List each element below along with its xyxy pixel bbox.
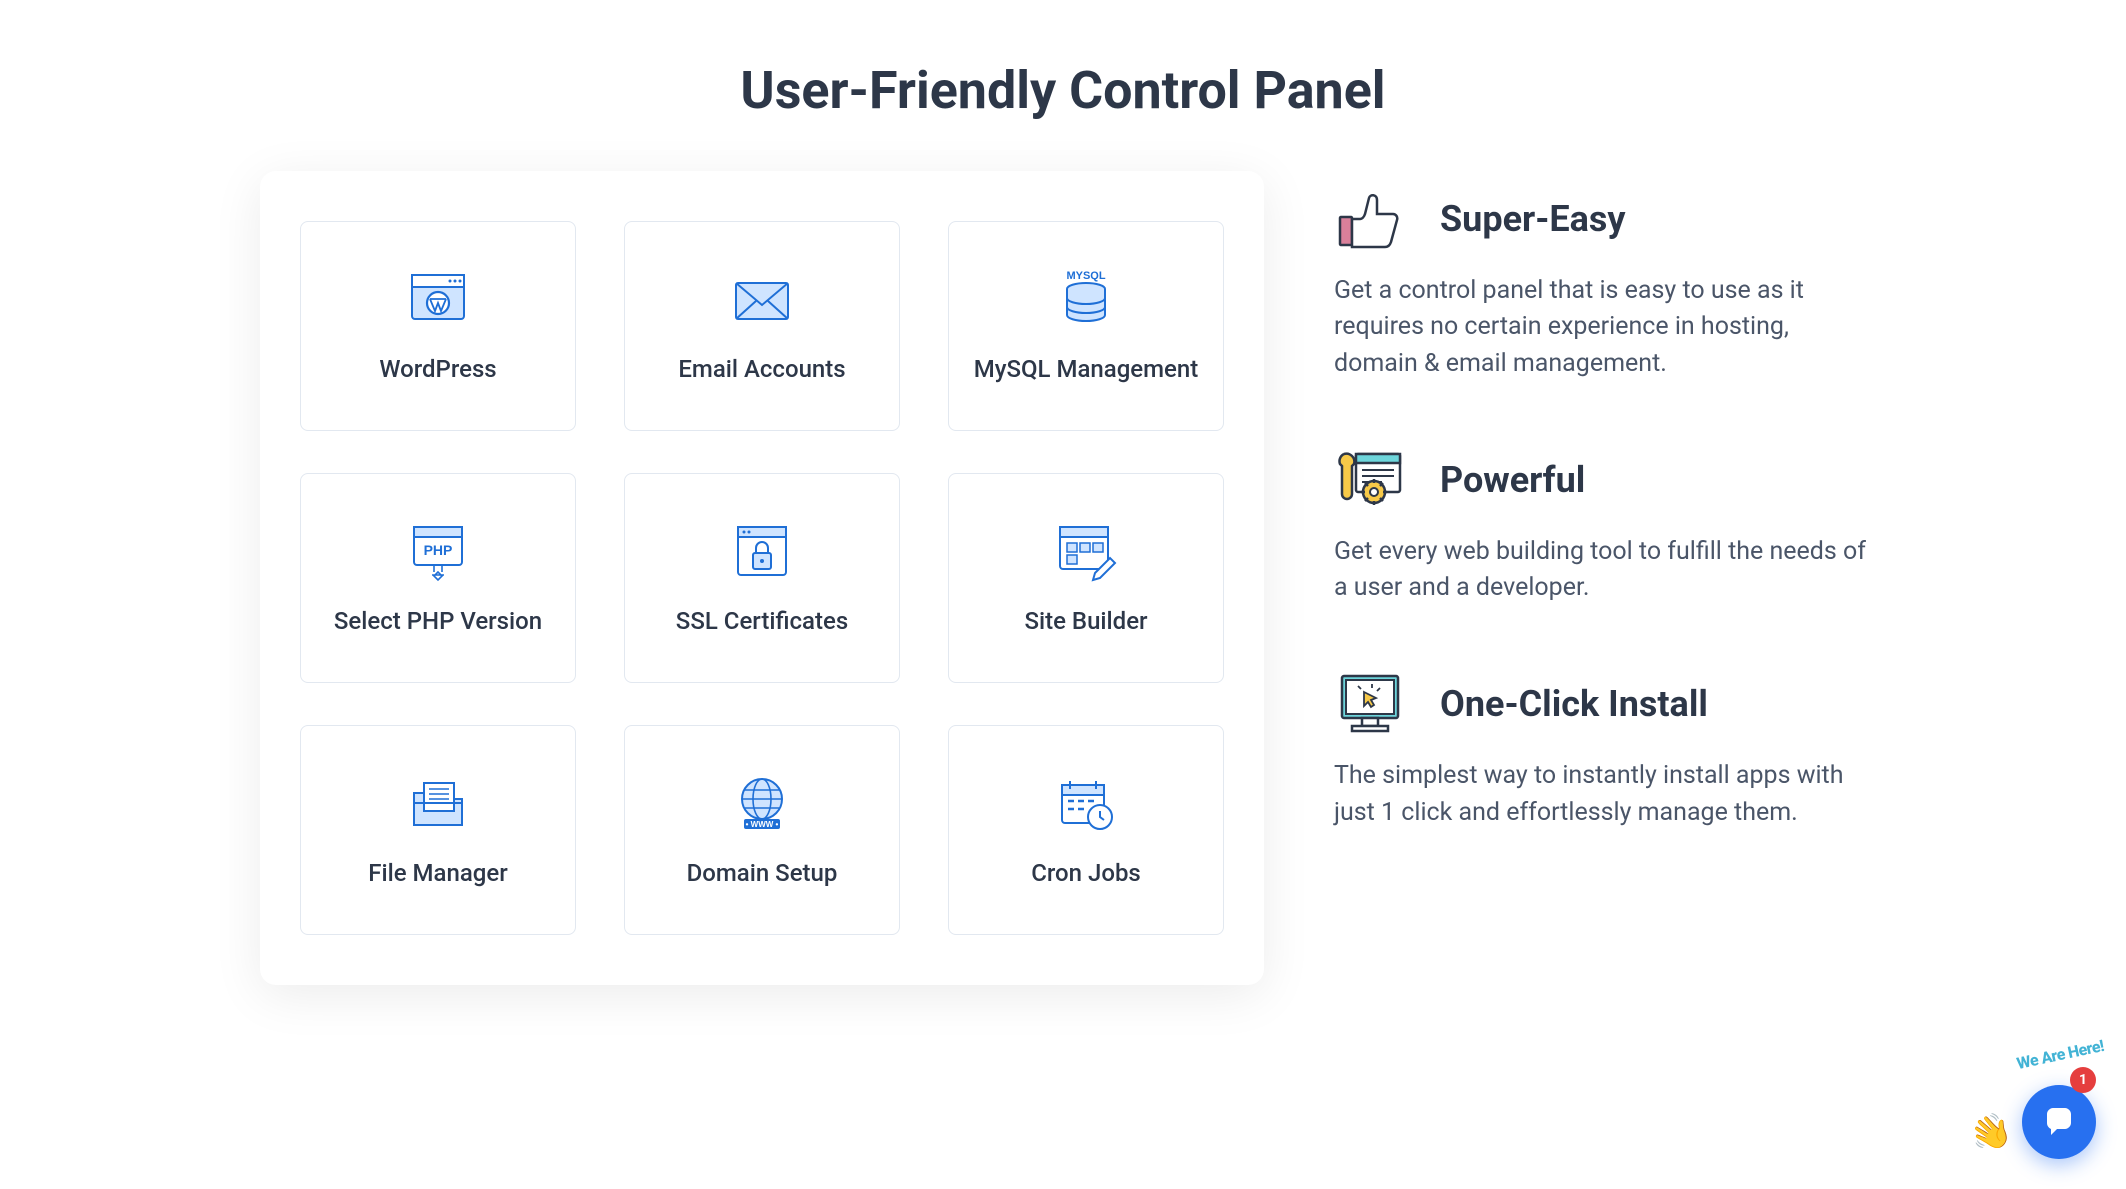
panel-item-label: Select PHP Version [334, 607, 542, 635]
panel-item-email[interactable]: Email Accounts [624, 221, 900, 431]
wordpress-icon [402, 269, 474, 331]
svg-text:PHP: PHP [424, 542, 453, 558]
chat-here-text: We Are Here! [2014, 1036, 2105, 1073]
feature-one-click: One-Click Install The simplest way to in… [1334, 668, 1866, 831]
cron-icon [1050, 773, 1122, 835]
chat-notification-badge: 1 [2070, 1067, 2096, 1093]
panel-item-mysql[interactable]: MYSQL MySQL Management [948, 221, 1224, 431]
domain-icon: • WWW • [726, 773, 798, 835]
feature-powerful: Powerful Get every web building tool to … [1334, 444, 1866, 607]
mysql-icon: MYSQL [1050, 269, 1122, 331]
feature-description: The simplest way to instantly install ap… [1334, 758, 1866, 831]
panel-item-wordpress[interactable]: WordPress [300, 221, 576, 431]
file-manager-icon [402, 773, 474, 835]
panel-item-label: WordPress [379, 355, 496, 383]
ssl-icon [726, 521, 798, 583]
feature-super-easy: Super-Easy Get a control panel that is e… [1334, 183, 1866, 382]
content-wrapper: WordPress Email Accounts MYSQL [0, 171, 2126, 985]
feature-description: Get every web building tool to fulfill t… [1334, 534, 1866, 607]
panel-item-label: Cron Jobs [1031, 859, 1141, 887]
feature-description: Get a control panel that is easy to use … [1334, 273, 1866, 382]
panel-item-php[interactable]: PHP Select PHP Version [300, 473, 576, 683]
panel-item-label: File Manager [368, 859, 507, 887]
chat-button[interactable] [2022, 1085, 2096, 1159]
panel-item-file-manager[interactable]: File Manager [300, 725, 576, 935]
panel-item-cron[interactable]: Cron Jobs [948, 725, 1224, 935]
site-builder-icon [1050, 521, 1122, 583]
feature-title: Powerful [1440, 459, 1585, 501]
feature-title: Super-Easy [1440, 198, 1626, 240]
chat-widget: We Are Here! 👋 1 [1976, 1049, 2096, 1159]
panel-item-domain[interactable]: • WWW • Domain Setup [624, 725, 900, 935]
panel-item-label: Domain Setup [687, 859, 838, 887]
control-panel-grid: WordPress Email Accounts MYSQL [300, 221, 1224, 935]
click-monitor-icon [1334, 668, 1406, 740]
panel-item-label: SSL Certificates [676, 607, 848, 635]
panel-item-label: Email Accounts [678, 355, 845, 383]
panel-item-ssl[interactable]: SSL Certificates [624, 473, 900, 683]
panel-item-site-builder[interactable]: Site Builder [948, 473, 1224, 683]
svg-text:MYSQL: MYSQL [1066, 270, 1105, 282]
wrench-gear-icon [1334, 444, 1406, 516]
panel-item-label: Site Builder [1024, 607, 1147, 635]
control-panel-card: WordPress Email Accounts MYSQL [260, 171, 1264, 985]
page-title: User-Friendly Control Panel [0, 0, 2126, 171]
feature-title: One-Click Install [1440, 683, 1708, 725]
php-icon: PHP [402, 521, 474, 583]
panel-item-label: MySQL Management [974, 355, 1199, 383]
svg-text:• WWW •: • WWW • [746, 820, 779, 829]
wave-icon: 👋 [1965, 1107, 2018, 1158]
features-list: Super-Easy Get a control panel that is e… [1334, 171, 1866, 831]
thumbs-up-icon [1334, 183, 1406, 255]
email-icon [726, 269, 798, 331]
